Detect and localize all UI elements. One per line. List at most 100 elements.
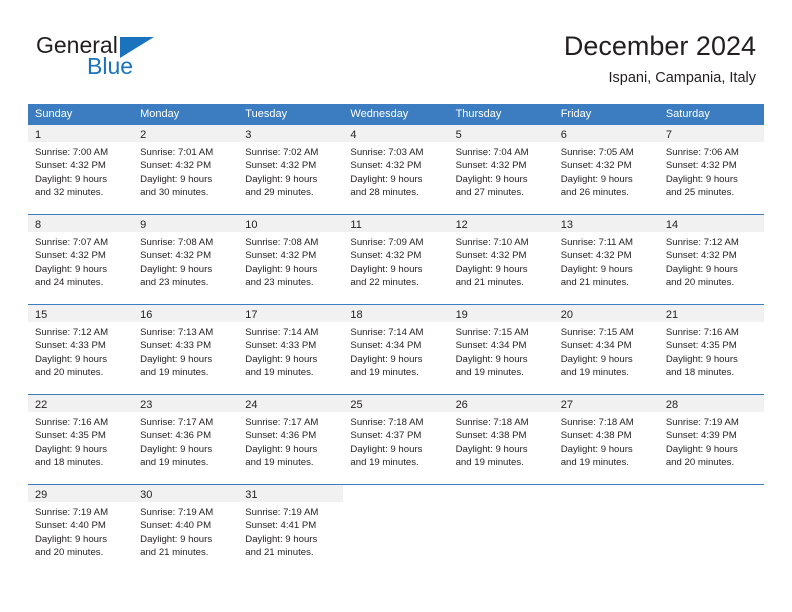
day-cell[interactable]: 20 Sunrise: 7:15 AM Sunset: 4:34 PM Dayl… (553, 305, 659, 394)
sunrise-text: Sunrise: 7:08 AM (245, 237, 319, 248)
daylight-text-line1: Daylight: 9 hours (140, 263, 213, 275)
sunrise-text: Sunrise: 7:14 AM (245, 327, 319, 338)
daylight-text-line1: Daylight: 9 hours (665, 173, 738, 185)
daylight-text-line2: and 30 minutes. (140, 186, 209, 198)
sunrise-text: Sunrise: 7:07 AM (35, 237, 109, 248)
day-number-band: 4 (343, 125, 449, 142)
sunrise-text: Sunrise: 7:17 AM (140, 417, 214, 428)
sunset-text: Sunset: 4:32 PM (455, 250, 527, 262)
weekday-header-thursday: Thursday (455, 108, 502, 120)
sunset-text: Sunset: 4:39 PM (665, 430, 737, 442)
day-cell[interactable]: 29 Sunrise: 7:19 AM Sunset: 4:40 PM Dayl… (28, 485, 134, 574)
weekday-header-wednesday: Wednesday (350, 108, 409, 120)
sunrise-text: Sunrise: 7:14 AM (350, 327, 424, 338)
week-row: 29 Sunrise: 7:19 AM Sunset: 4:40 PM Dayl… (28, 484, 764, 574)
day-cell[interactable]: 14 Sunrise: 7:12 AM Sunset: 4:32 PM Dayl… (658, 215, 764, 304)
daylight-text-line1: Daylight: 9 hours (455, 353, 528, 365)
day-details: Sunrise: 7:04 AM Sunset: 4:32 PM Dayligh… (449, 142, 554, 199)
sunset-text: Sunset: 4:32 PM (350, 160, 422, 172)
day-details: Sunrise: 7:15 AM Sunset: 4:34 PM Dayligh… (449, 322, 554, 379)
calendar-page: General Blue December 2024 Ispani, Campa… (0, 0, 792, 612)
day-number: 21 (665, 309, 679, 321)
day-cell[interactable]: 8 Sunrise: 7:07 AM Sunset: 4:32 PM Dayli… (28, 215, 134, 304)
day-number-band: 11 (343, 215, 449, 232)
day-number: 31 (245, 489, 258, 501)
general-blue-logo[interactable]: General Blue (36, 33, 256, 88)
day-number-band: 23 (133, 395, 239, 412)
sunset-text: Sunset: 4:32 PM (140, 160, 212, 172)
day-cell[interactable]: 13 Sunrise: 7:11 AM Sunset: 4:32 PM Dayl… (553, 215, 659, 304)
sunrise-text: Sunrise: 7:19 AM (665, 417, 739, 428)
day-details: Sunrise: 7:13 AM Sunset: 4:33 PM Dayligh… (133, 322, 238, 379)
day-cell[interactable]: 3 Sunrise: 7:02 AM Sunset: 4:32 PM Dayli… (238, 125, 344, 214)
daylight-text-line1: Daylight: 9 hours (245, 443, 318, 455)
day-cell[interactable]: 1 Sunrise: 7:00 AM Sunset: 4:32 PM Dayli… (28, 125, 134, 214)
day-details: Sunrise: 7:19 AM Sunset: 4:39 PM Dayligh… (659, 412, 764, 469)
day-cell[interactable]: 5 Sunrise: 7:04 AM Sunset: 4:32 PM Dayli… (448, 125, 554, 214)
day-cell[interactable]: 27 Sunrise: 7:18 AM Sunset: 4:38 PM Dayl… (553, 395, 659, 484)
day-cell-empty (448, 485, 554, 574)
day-cell[interactable]: 18 Sunrise: 7:14 AM Sunset: 4:34 PM Dayl… (343, 305, 449, 394)
day-cell[interactable]: 21 Sunrise: 7:16 AM Sunset: 4:35 PM Dayl… (658, 305, 764, 394)
day-details: Sunrise: 7:18 AM Sunset: 4:37 PM Dayligh… (343, 412, 448, 469)
day-cell[interactable]: 11 Sunrise: 7:09 AM Sunset: 4:32 PM Dayl… (343, 215, 449, 304)
day-details: Sunrise: 7:00 AM Sunset: 4:32 PM Dayligh… (28, 142, 133, 199)
day-cell[interactable]: 22 Sunrise: 7:16 AM Sunset: 4:35 PM Dayl… (28, 395, 134, 484)
day-details: Sunrise: 7:09 AM Sunset: 4:32 PM Dayligh… (343, 232, 448, 289)
daylight-text-line2: and 18 minutes. (665, 366, 735, 378)
day-cell[interactable]: 16 Sunrise: 7:13 AM Sunset: 4:33 PM Dayl… (133, 305, 239, 394)
day-number: 7 (665, 129, 672, 141)
week-row: 15 Sunrise: 7:12 AM Sunset: 4:33 PM Dayl… (28, 304, 764, 394)
day-details: Sunrise: 7:02 AM Sunset: 4:32 PM Dayligh… (238, 142, 343, 199)
daylight-text-line2: and 32 minutes. (35, 186, 104, 198)
day-number-band: 2 (133, 125, 239, 142)
daylight-text-line1: Daylight: 9 hours (35, 443, 107, 455)
day-details: Sunrise: 7:17 AM Sunset: 4:36 PM Dayligh… (133, 412, 238, 469)
day-cell[interactable]: 17 Sunrise: 7:14 AM Sunset: 4:33 PM Dayl… (238, 305, 344, 394)
daylight-text-line1: Daylight: 9 hours (140, 173, 213, 185)
day-cell[interactable]: 9 Sunrise: 7:08 AM Sunset: 4:32 PM Dayli… (133, 215, 239, 304)
daylight-text-line2: and 28 minutes. (350, 186, 419, 198)
sunrise-text: Sunrise: 7:17 AM (245, 417, 319, 428)
daylight-text-line2: and 23 minutes. (140, 276, 209, 288)
day-cell[interactable]: 30 Sunrise: 7:19 AM Sunset: 4:40 PM Dayl… (133, 485, 239, 574)
daylight-text-line1: Daylight: 9 hours (35, 533, 107, 545)
daylight-text-line2: and 19 minutes. (140, 456, 209, 468)
daylight-text-line2: and 19 minutes. (455, 456, 524, 468)
day-cell[interactable]: 15 Sunrise: 7:12 AM Sunset: 4:33 PM Dayl… (28, 305, 134, 394)
day-number: 24 (245, 399, 258, 411)
day-number: 17 (245, 309, 258, 321)
day-cell[interactable]: 31 Sunrise: 7:19 AM Sunset: 4:41 PM Dayl… (238, 485, 344, 574)
day-cell[interactable]: 23 Sunrise: 7:17 AM Sunset: 4:36 PM Dayl… (133, 395, 239, 484)
day-cell[interactable]: 25 Sunrise: 7:18 AM Sunset: 4:37 PM Dayl… (343, 395, 449, 484)
sunrise-text: Sunrise: 7:11 AM (560, 237, 634, 248)
day-details: Sunrise: 7:10 AM Sunset: 4:32 PM Dayligh… (449, 232, 554, 289)
day-number: 22 (35, 399, 48, 411)
day-cell[interactable]: 10 Sunrise: 7:08 AM Sunset: 4:32 PM Dayl… (238, 215, 344, 304)
daylight-text-line2: and 20 minutes. (665, 276, 735, 288)
day-cell[interactable]: 19 Sunrise: 7:15 AM Sunset: 4:34 PM Dayl… (448, 305, 554, 394)
daylight-text-line2: and 21 minutes. (560, 276, 629, 288)
day-cell[interactable]: 4 Sunrise: 7:03 AM Sunset: 4:32 PM Dayli… (343, 125, 449, 214)
day-cell[interactable]: 24 Sunrise: 7:17 AM Sunset: 4:36 PM Dayl… (238, 395, 344, 484)
logo-text-blue: Blue (87, 53, 134, 79)
day-cell[interactable]: 2 Sunrise: 7:01 AM Sunset: 4:32 PM Dayli… (133, 125, 239, 214)
day-number: 26 (455, 399, 468, 411)
day-number: 8 (35, 219, 42, 231)
day-cell[interactable]: 7 Sunrise: 7:06 AM Sunset: 4:32 PM Dayli… (658, 125, 764, 214)
day-cell[interactable]: 26 Sunrise: 7:18 AM Sunset: 4:38 PM Dayl… (448, 395, 554, 484)
day-cell[interactable]: 12 Sunrise: 7:10 AM Sunset: 4:32 PM Dayl… (448, 215, 554, 304)
day-cell[interactable]: 28 Sunrise: 7:19 AM Sunset: 4:39 PM Dayl… (658, 395, 764, 484)
day-details: Sunrise: 7:14 AM Sunset: 4:34 PM Dayligh… (343, 322, 448, 379)
day-number: 19 (455, 309, 468, 321)
day-number-band (449, 485, 554, 502)
sunset-text: Sunset: 4:32 PM (665, 250, 737, 262)
day-cell-empty (553, 485, 659, 574)
daylight-text-line1: Daylight: 9 hours (455, 173, 528, 185)
day-number: 18 (350, 309, 363, 321)
day-details: Sunrise: 7:19 AM Sunset: 4:40 PM Dayligh… (133, 502, 238, 559)
day-number: 14 (665, 219, 679, 231)
day-cell[interactable]: 6 Sunrise: 7:05 AM Sunset: 4:32 PM Dayli… (553, 125, 659, 214)
sunset-text: Sunset: 4:33 PM (35, 340, 106, 352)
day-number: 29 (35, 489, 48, 501)
